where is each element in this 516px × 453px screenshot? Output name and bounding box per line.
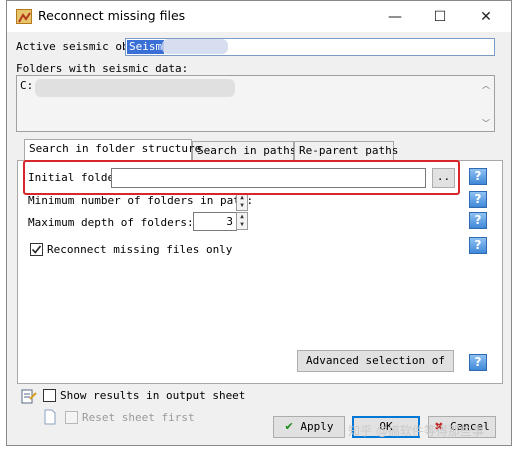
scroll-up-icon[interactable]: ︿ [481,82,491,90]
help-icon[interactable]: ? [469,191,487,208]
reset-sheet-label: Reset sheet first [82,411,195,424]
close-button[interactable]: ✕ [463,1,509,32]
app-icon [16,9,32,24]
min-folders-label: Minimum number of folders in path: [28,194,254,207]
highlight-box [23,160,460,195]
active-seismic-value: Seism [127,40,165,54]
redacted-blur [35,79,235,97]
watermark-text: 知乎 @搞软件等得那些事 [348,424,484,438]
tab-search-folder-structure[interactable]: Search in folder structure [24,139,201,160]
folders-list[interactable]: C: ︿ ﹀ [16,75,495,132]
output-sheet-icon [20,389,38,405]
apply-button[interactable]: ✔ Apply [273,416,345,438]
help-icon[interactable]: ? [469,237,487,254]
max-depth-label: Maximum depth of folders: [28,216,194,229]
show-results-label: Show results in output sheet [60,389,246,402]
checkmark-icon: ✔ [284,420,294,433]
help-icon[interactable]: ? [469,212,487,229]
tab-search-in-paths[interactable]: Search in paths [192,141,296,160]
reset-sheet-checkbox[interactable] [65,411,78,424]
maximize-button[interactable]: ☐ [417,1,463,32]
active-seismic-field[interactable]: Seism [125,38,495,56]
min-folders-spinner[interactable]: ▲ ▼ [236,193,248,211]
redacted-blur [162,39,228,54]
help-icon[interactable]: ? [469,168,487,185]
scroll-down-icon[interactable]: ﹀ [481,120,491,128]
minimize-button[interactable]: — [372,1,418,32]
active-seismic-label: Active seismic obj [16,40,136,53]
max-depth-spinner[interactable]: ▲ ▼ [236,212,248,230]
apply-label: Apply [300,420,334,433]
reconnect-only-label: Reconnect missing files only [47,243,233,256]
dialog-window: Reconnect missing files — ☐ ✕ Active sei… [6,0,512,446]
max-depth-input[interactable]: 3 [193,212,237,231]
advanced-selection-button[interactable]: Advanced selection of [297,350,454,372]
show-results-checkbox[interactable] [43,389,56,402]
folders-value: C: [20,79,34,92]
document-icon [44,409,56,425]
checkmark-icon [31,245,42,254]
help-icon[interactable]: ? [469,354,487,371]
window-title: Reconnect missing files [38,8,186,23]
tab-reparent-paths[interactable]: Re-parent paths [294,141,398,160]
reconnect-only-checkbox[interactable] [30,243,43,256]
folders-label: Folders with seismic data: [16,62,189,75]
title-bar[interactable]: Reconnect missing files — ☐ ✕ [7,1,511,32]
